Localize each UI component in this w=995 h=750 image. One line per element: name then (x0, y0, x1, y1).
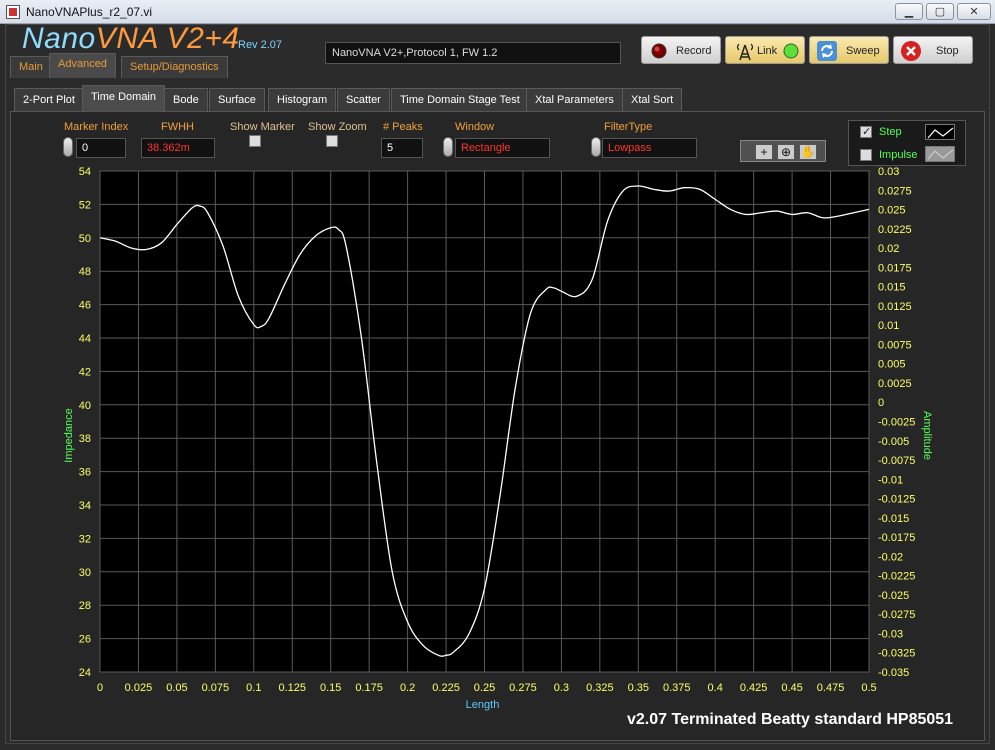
zoom-icon[interactable]: ⊕ (777, 144, 795, 160)
pan-hand-icon[interactable]: ✋ (799, 144, 817, 160)
time-domain-panel (10, 111, 985, 741)
close-button[interactable]: ✕ (957, 3, 991, 20)
tab-advanced[interactable]: Advanced (49, 53, 116, 78)
close-icon: ✕ (969, 6, 979, 18)
footer-caption: v2.07 Terminated Beatty standard HP85051 (627, 711, 954, 728)
window-titlebar: NanoVNAPlus_r2_07.vi ▁ ▢ ✕ (0, 0, 995, 24)
logo-vna: VNA V2+4 (95, 22, 240, 55)
tab-surface[interactable]: Surface (209, 88, 265, 111)
tab-main[interactable]: Main (10, 56, 52, 78)
tab-scatter[interactable]: Scatter (337, 88, 390, 111)
logo-nano: Nano (22, 22, 96, 55)
crosshair-cursor-icon[interactable]: + (755, 144, 773, 160)
filter-type-stepper[interactable] (591, 137, 601, 157)
refresh-icon (817, 41, 837, 61)
show-zoom-label: Show Zoom (308, 121, 367, 133)
plot-legend: Step Impulse (848, 120, 966, 166)
window-select[interactable]: Rectangle (455, 138, 550, 158)
step-checkbox[interactable] (860, 125, 872, 138)
tab-histogram[interactable]: Histogram (268, 88, 337, 111)
stop-icon (901, 41, 921, 61)
link-label: Link (757, 45, 778, 57)
show-marker-label: Show Marker (230, 121, 295, 133)
app-icon (6, 5, 20, 19)
revision-label: Rev 2.07 (238, 39, 283, 51)
marker-index-input[interactable]: 0 (76, 138, 126, 158)
window-selector-stepper[interactable] (443, 137, 453, 157)
window-label: Window (455, 121, 495, 133)
minimize-icon: ▁ (904, 6, 914, 18)
app-logo: NanoVNA V2+4 (22, 22, 240, 56)
record-button[interactable]: Record (641, 36, 721, 64)
tab-2-port-plot[interactable]: 2-Port Plot (14, 88, 84, 111)
tab-bode[interactable]: Bode (164, 88, 208, 111)
show-zoom-checkbox[interactable] (326, 135, 338, 147)
legend-impulse-swatch[interactable] (925, 146, 955, 162)
tab-xtal-sort[interactable]: Xtal Sort (622, 88, 683, 111)
filter-type-select[interactable]: Lowpass (602, 138, 697, 158)
peaks-input[interactable]: 5 (381, 138, 423, 158)
link-status-led-icon (783, 43, 799, 59)
link-button[interactable]: Link (725, 36, 805, 64)
window-title: NanoVNAPlus_r2_07.vi (26, 5, 153, 19)
tab-xtal-parameters[interactable]: Xtal Parameters (526, 88, 623, 111)
record-label: Record (676, 45, 712, 57)
tab-time-domain[interactable]: Time Domain (82, 85, 165, 111)
maximize-icon: ▢ (934, 6, 946, 18)
antenna-icon (736, 43, 754, 61)
fwhh-label: FWHH (161, 121, 194, 133)
tab-setup-diagnostics[interactable]: Setup/Diagnostics (121, 56, 228, 78)
legend-step-swatch[interactable] (925, 124, 955, 140)
minimize-button[interactable]: ▁ (895, 3, 923, 20)
marker-index-label: Marker Index (64, 121, 129, 133)
peaks-label: # Peaks (383, 121, 423, 133)
stop-button[interactable]: Stop (893, 36, 973, 64)
fwhh-value: 38.362m (141, 138, 215, 158)
tab-time-domain-stage-test[interactable]: Time Domain Stage Test (391, 88, 529, 111)
subtab-row: 2-Port Plot Time Domain Bode Surface His… (10, 85, 985, 111)
record-icon (651, 43, 667, 59)
graph-tool-palette: + ⊕ ✋ (740, 140, 826, 162)
device-status: NanoVNA V2+,Protocol 1, FW 1.2 (325, 42, 621, 64)
show-marker-checkbox[interactable] (249, 135, 261, 147)
sweep-button[interactable]: Sweep (809, 36, 889, 64)
impulse-checkbox[interactable] (860, 149, 872, 161)
marker-index-stepper[interactable] (63, 137, 73, 157)
maximize-button[interactable]: ▢ (926, 3, 954, 20)
legend-impulse-label: Impulse (879, 149, 918, 161)
stop-label: Stop (936, 45, 959, 57)
sweep-label: Sweep (846, 45, 880, 57)
legend-step-label: Step (879, 126, 902, 138)
filter-type-label: FilterType (604, 121, 653, 133)
